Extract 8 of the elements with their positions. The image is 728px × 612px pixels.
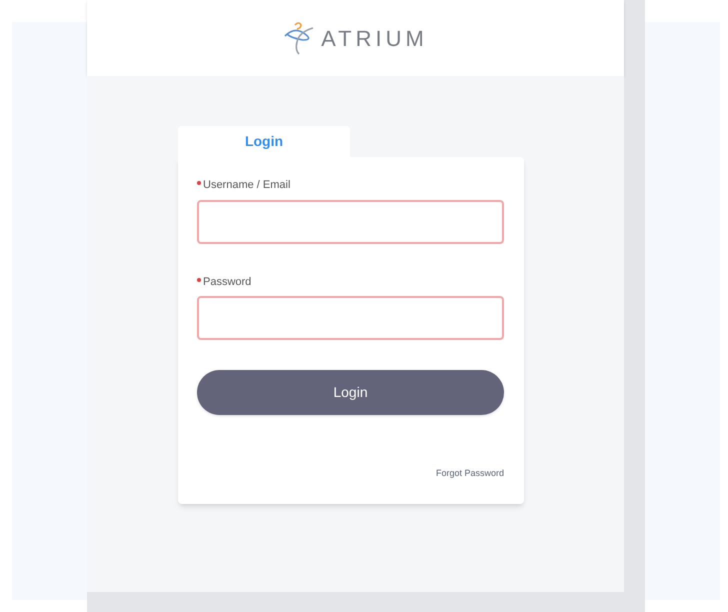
input-field[interactable] [197,296,504,340]
field-label: Username / Email [203,178,290,193]
logo-text: ATRIUM [321,24,428,52]
login-tab[interactable]: Login [178,126,350,157]
forgot-password-link[interactable]: Forgot Password [436,467,504,480]
login-button[interactable]: Login [197,370,504,415]
field-label: Password [203,274,252,290]
input-field[interactable] [197,200,504,244]
